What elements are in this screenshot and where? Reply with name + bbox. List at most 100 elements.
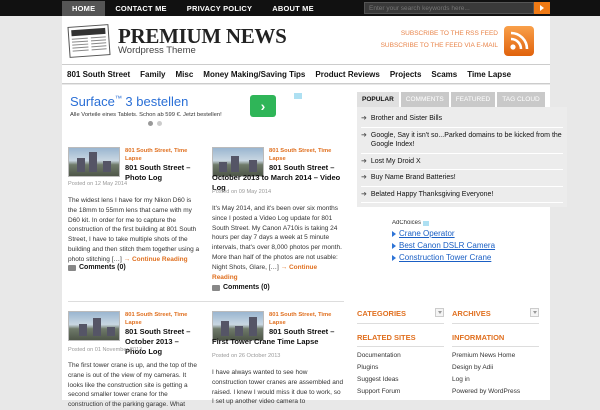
cat-time-lapse[interactable]: Time Lapse xyxy=(462,70,516,79)
post-category[interactable]: 801 South Street, Time Lapse xyxy=(125,311,200,327)
search-button[interactable] xyxy=(534,2,550,14)
sidebar-tabs: POPULAR COMMENTS FEATURED TAG CLOUD xyxy=(357,92,545,107)
tab-tag-cloud[interactable]: TAG CLOUD xyxy=(497,92,545,107)
divider xyxy=(452,323,539,324)
main-content: Surface™ 3 bestellen Alle Vorteile eines… xyxy=(62,85,567,408)
divider xyxy=(357,323,444,324)
ad-pager xyxy=(148,121,162,126)
arrow-right-icon: ➜ xyxy=(361,190,367,198)
related-link-support-forum[interactable]: Support Forum xyxy=(357,388,400,395)
ad-arrow-button[interactable]: › xyxy=(250,95,276,117)
related-link-plugins[interactable]: Plugins xyxy=(357,364,378,371)
list-item[interactable]: ➜ Google, Say it isn't so...Parked domain… xyxy=(361,128,563,154)
info-link-premium-news-home[interactable]: Premium News Home xyxy=(452,352,515,359)
widget-information-heading: INFORMATION xyxy=(452,333,505,342)
topnav-home[interactable]: HOME xyxy=(62,1,106,16)
chevron-down-icon[interactable] xyxy=(530,308,539,317)
arrow-right-icon: ➜ xyxy=(361,174,367,181)
post-title[interactable]: 801 South Street – First Tower Crane Tim… xyxy=(212,327,342,347)
cat-product-reviews[interactable]: Product Reviews xyxy=(310,70,384,79)
ad-link[interactable]: Construction Tower Crane xyxy=(392,253,496,262)
arrow-right-icon xyxy=(392,254,396,261)
info-link-powered-by[interactable]: Powered by WordPress xyxy=(452,388,520,395)
post-category[interactable]: 801 South Street, Time Lapse xyxy=(269,311,344,327)
arrow-right-icon: ➜ xyxy=(361,131,367,139)
list-item[interactable]: ➜ Belated Happy Thanksgiving Everyone! xyxy=(361,187,563,203)
ad-choices-icon xyxy=(423,220,430,226)
comments-link[interactable]: Comments (0) xyxy=(68,264,126,271)
ad-title[interactable]: Surface™ 3 bestellen xyxy=(70,94,188,109)
post-card: 801 South Street, Time Lapse 801 South S… xyxy=(212,147,344,291)
post-card: 801 South Street, Time Lapse 801 South S… xyxy=(68,147,200,277)
cat-scams[interactable]: Scams xyxy=(426,70,462,79)
topnav-about-me[interactable]: ABOUT ME xyxy=(262,1,324,16)
comment-icon xyxy=(212,284,220,291)
popular-posts-list: ➜ Brother and Sister Bills ➜ Google, Say i… xyxy=(357,107,567,207)
search-input[interactable] xyxy=(364,2,534,14)
ad-link[interactable]: Best Canon DSLR Camera xyxy=(392,241,496,250)
post-excerpt: The first tower crane is up, and the top… xyxy=(68,362,197,409)
widget-categories-heading[interactable]: CATEGORIES xyxy=(357,309,406,318)
topnav-contact-me[interactable]: CONTACT ME xyxy=(105,1,176,16)
tab-popular[interactable]: POPULAR xyxy=(357,92,399,107)
comment-icon xyxy=(68,264,76,271)
tab-featured[interactable]: FEATURED xyxy=(450,92,496,107)
widget-archives-heading[interactable]: ARCHIVES xyxy=(452,309,491,318)
site-header: PREMIUM NEWS Wordpress Theme SUBSCRIBE T… xyxy=(62,16,550,64)
widget-related-heading: RELATED SITES xyxy=(357,333,416,342)
newspaper-logo-icon[interactable] xyxy=(66,22,112,58)
post-excerpt: The widest lens I have for my Nikon D60 … xyxy=(68,197,200,263)
cat-801-south-street[interactable]: 801 South Street xyxy=(62,70,135,79)
rss-icon[interactable] xyxy=(504,26,534,56)
arrow-right-icon xyxy=(392,242,396,249)
topnav-privacy-policy[interactable]: PRIVACY POLICY xyxy=(177,1,262,16)
cat-money-making[interactable]: Money Making/Saving Tips xyxy=(198,70,310,79)
post-date: Posted on 09 May 2014 xyxy=(212,189,272,195)
post-date: Posted on 01 November 2013 xyxy=(68,347,143,353)
top-bar: HOME CONTACT ME PRIVACY POLICY ABOUT ME xyxy=(0,0,600,16)
continue-reading-link[interactable]: → Continue Reading xyxy=(124,256,188,263)
ad-choices-label[interactable]: AdChoices xyxy=(392,220,496,226)
ad-choices-icon[interactable] xyxy=(294,93,302,99)
sidebar-ad-links: AdChoices Crane Operator Best Canon DSLR… xyxy=(392,220,496,274)
post-title[interactable]: 801 South Street – Photo Log xyxy=(125,163,200,183)
ad-link[interactable]: Crane Operator xyxy=(392,229,496,238)
post-divider xyxy=(68,301,344,302)
top-nav: HOME CONTACT ME PRIVACY POLICY ABOUT ME xyxy=(62,1,324,16)
category-nav: 801 South Street Family Misc Money Makin… xyxy=(62,64,550,84)
info-link-log-in[interactable]: Log in xyxy=(452,376,470,383)
arrow-right-icon: ➜ xyxy=(361,157,367,165)
post-date: Posted on 26 October 2013 xyxy=(212,353,281,359)
cat-family[interactable]: Family xyxy=(135,70,170,79)
tab-comments[interactable]: COMMENTS xyxy=(400,92,449,107)
post-thumbnail[interactable] xyxy=(68,311,120,341)
cat-misc[interactable]: Misc xyxy=(170,70,198,79)
divider xyxy=(357,346,444,347)
post-thumbnail[interactable] xyxy=(68,147,120,177)
pager-dot[interactable] xyxy=(148,121,153,126)
post-excerpt: It's May 2014, and it's been over six mo… xyxy=(212,205,342,281)
email-feed-link[interactable]: SUBSCRIBE TO THE FEED VIA E-MAIL xyxy=(381,42,498,49)
post-category[interactable]: 801 South Street, Time Lapse xyxy=(125,147,200,163)
rss-feed-link[interactable]: SUBSCRIBE TO THE RSS FEED xyxy=(401,30,498,37)
list-item[interactable]: ➜ Buy Name Brand Batteries! xyxy=(361,170,563,187)
arrow-right-icon xyxy=(540,5,544,11)
post-category[interactable]: 801 South Street, Time Lapse xyxy=(269,147,344,163)
post-card: 801 South Street, Time Lapse 801 South S… xyxy=(212,311,344,405)
post-date: Posted on 12 May 2014 xyxy=(68,181,128,187)
pager-dot[interactable] xyxy=(157,121,162,126)
list-item[interactable]: ➜ Brother and Sister Bills xyxy=(361,111,563,128)
arrow-right-icon xyxy=(392,230,396,237)
chevron-down-icon[interactable] xyxy=(435,308,444,317)
related-link-documentation[interactable]: Documentation xyxy=(357,352,401,359)
info-link-design-by[interactable]: Design by Adii xyxy=(452,364,493,371)
divider xyxy=(452,346,539,347)
post-excerpt: I have always wanted to see how construc… xyxy=(212,369,344,406)
related-link-suggest-ideas[interactable]: Suggest Ideas xyxy=(357,376,399,383)
cat-projects[interactable]: Projects xyxy=(385,70,427,79)
list-item[interactable]: ➜ Lost My Droid X xyxy=(361,154,563,170)
arrow-right-icon: ➜ xyxy=(361,115,367,122)
ad-description: Alle Vorteile eines Tablets. Schon ab 59… xyxy=(70,112,222,118)
banner-ad[interactable]: Surface™ 3 bestellen Alle Vorteile eines… xyxy=(66,91,302,126)
comments-link[interactable]: Comments (0) xyxy=(212,284,270,291)
